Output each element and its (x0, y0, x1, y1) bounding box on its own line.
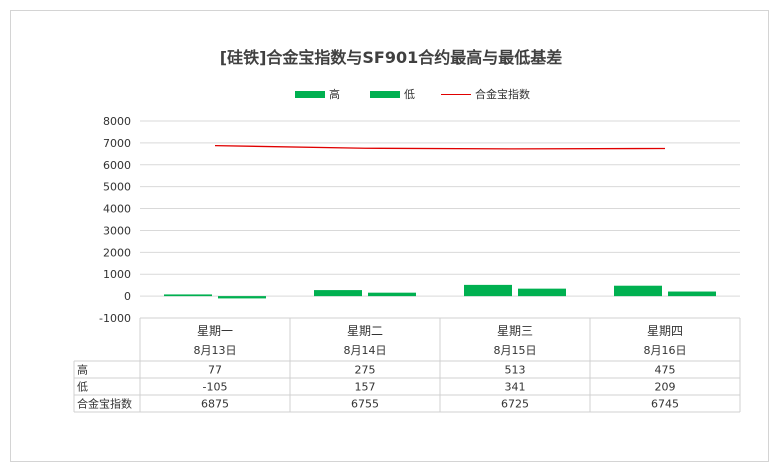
bar-high (464, 284, 512, 297)
y-tick-label: 3000 (103, 224, 131, 237)
y-tick-label: 0 (124, 290, 131, 303)
data-label: 209 (655, 381, 676, 394)
chart-plot: 8000 7000 6000 5000 4000 3000 2000 1000 0 -1000 星期… (73, 115, 741, 413)
y-tick-label: 1000 (103, 268, 131, 281)
bar-low (668, 291, 716, 297)
data-label: 157 (355, 381, 376, 394)
bar-low (518, 288, 566, 297)
y-tick-label: 6000 (103, 159, 131, 172)
bar-high (314, 290, 362, 297)
bar-high (164, 294, 212, 297)
x-tick-date: 8月13日 (194, 344, 237, 357)
data-label: 6745 (651, 398, 679, 411)
y-tick-label: 4000 (103, 203, 131, 216)
bar-high (614, 285, 662, 297)
x-tick-label: 星期四 (647, 324, 683, 338)
x-tick-date: 8月14日 (344, 344, 387, 357)
data-label: 6725 (501, 398, 529, 411)
x-tick-date: 8月16日 (644, 344, 687, 357)
data-label: 77 (208, 364, 222, 377)
table-row-label: 低 (77, 381, 88, 394)
data-label: 513 (505, 364, 526, 377)
line-index (214, 144, 666, 150)
bar-low (218, 296, 266, 299)
bar-low (368, 292, 416, 297)
x-tick-label: 星期一 (197, 324, 233, 338)
y-tick-label: -1000 (99, 312, 131, 325)
data-label: 6875 (201, 398, 229, 411)
y-tick-label: 7000 (103, 137, 131, 150)
y-tick-label: 8000 (103, 115, 131, 128)
x-tick-label: 星期三 (497, 324, 533, 338)
data-label: 475 (655, 364, 676, 377)
y-tick-label: 5000 (103, 181, 131, 194)
x-tick-label: 星期二 (347, 324, 383, 338)
x-tick-date: 8月15日 (494, 344, 537, 357)
table-row-label: 合金宝指数 (77, 397, 132, 411)
data-label: -105 (203, 381, 228, 394)
data-label: 275 (355, 364, 376, 377)
data-label: 341 (505, 381, 526, 394)
data-label: 6755 (351, 398, 379, 411)
y-tick-label: 2000 (103, 246, 131, 259)
table-row-label: 高 (77, 363, 88, 377)
